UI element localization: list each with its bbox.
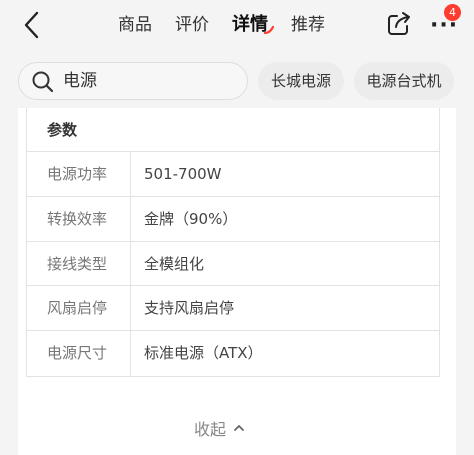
tab-label: 详情 (232, 14, 268, 35)
suggestion-chip[interactable]: 电源台式机 (354, 62, 454, 100)
suggestion-chip[interactable]: 长城电源 (258, 62, 344, 100)
collapse-button[interactable]: 收起 (194, 414, 246, 442)
param-key: 电源功率 (27, 152, 131, 196)
params-title: 参数 (27, 108, 439, 152)
params-card: 参数 电源功率 501-700W 转换效率 金牌（90%） 接线类型 全模组化 … (18, 108, 456, 455)
tab-label: 推荐 (291, 15, 325, 35)
search-icon (32, 71, 54, 93)
table-row: 风扇启停 支持风扇启停 (27, 286, 439, 332)
back-button[interactable] (18, 8, 50, 42)
params-table: 参数 电源功率 501-700W 转换效率 金牌（90%） 接线类型 全模组化 … (26, 108, 440, 377)
param-value: 支持风扇启停 (144, 299, 235, 318)
search-query-text: 电源 (63, 71, 97, 91)
table-row: 电源尺寸 标准电源（ATX） (27, 331, 439, 376)
tab-products[interactable]: 商品 (118, 6, 152, 44)
param-key: 电源尺寸 (27, 331, 131, 376)
param-value: 501-700W (144, 165, 222, 183)
param-key: 接线类型 (27, 241, 131, 286)
table-row: 接线类型 全模组化 (27, 241, 439, 287)
share-icon (388, 12, 410, 35)
collapse-label: 收起 (194, 420, 227, 439)
param-value: 标准电源（ATX） (144, 344, 263, 363)
param-value: 全模组化 (144, 254, 205, 273)
product-detail-page: 商品 评价 详情 推荐 ··· 4 电源 长城电源 电源台式机 参数 电源功率 … (0, 0, 474, 455)
more-dots-icon: ··· (430, 13, 459, 38)
param-key: 转换效率 (27, 196, 131, 241)
tab-label: 商品 (118, 15, 152, 35)
search-row: 电源 长城电源 电源台式机 (0, 58, 474, 104)
notification-badge: 4 (444, 4, 461, 21)
table-row: 转换效率 金牌（90%） (27, 196, 439, 242)
chevron-up-icon (234, 425, 244, 431)
chevron-left-icon (24, 11, 39, 39)
tab-recommend[interactable]: 推荐 (291, 6, 325, 44)
tab-details[interactable]: 详情 (232, 6, 274, 44)
param-value: 金牌（90%） (144, 209, 238, 228)
detail-tabs: 商品 评价 详情 推荐 (118, 6, 348, 44)
top-nav-bar: 商品 评价 详情 推荐 ··· 4 (0, 0, 474, 50)
share-button[interactable] (384, 9, 414, 39)
table-row: 电源功率 501-700W (27, 152, 439, 197)
tab-reviews[interactable]: 评价 (175, 6, 209, 44)
more-button[interactable]: ··· 4 (428, 4, 462, 40)
param-key: 风扇启停 (27, 286, 131, 331)
active-tab-indicator (264, 25, 274, 35)
tab-label: 评价 (175, 15, 209, 35)
search-input[interactable]: 电源 (18, 62, 248, 100)
